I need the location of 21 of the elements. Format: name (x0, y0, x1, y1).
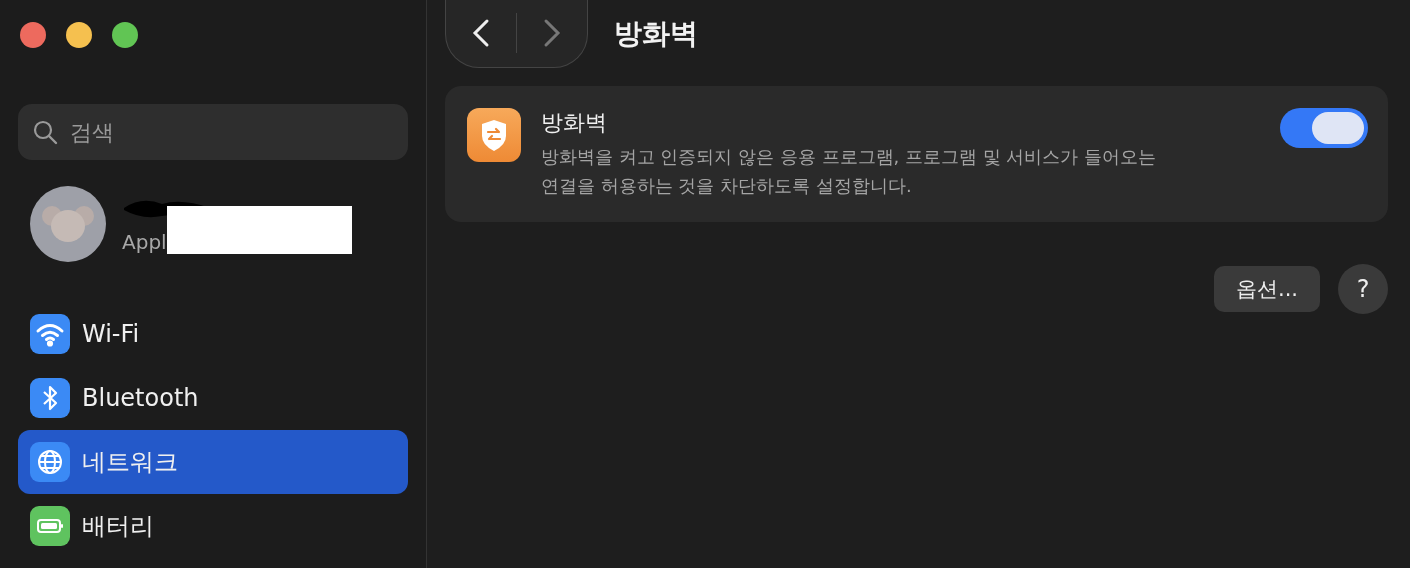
firewall-description: 방화벽을 켜고 인증되지 않은 응용 프로그램, 프로그램 및 서비스가 들어오는 연결을 허용하는 것을 차단하도록 설정합니다. (541, 145, 1158, 198)
firewall-toggle[interactable] (1280, 108, 1368, 148)
firewall-title: 방화벽 (541, 109, 608, 137)
window-title: 방화벽 (614, 16, 698, 52)
shield-icon (467, 108, 521, 162)
chevron-left-icon (471, 18, 491, 48)
avatar[interactable] (30, 186, 106, 262)
search-icon (32, 119, 58, 145)
minimize-button[interactable] (66, 22, 92, 48)
help-button[interactable]: ? (1338, 264, 1388, 314)
sidebar-item[interactable]: 네트워크 (18, 430, 408, 494)
sidebar-item[interactable]: Wi-Fi (18, 302, 408, 366)
chevron-right-icon (542, 18, 562, 48)
account-subtitle: Appl (122, 230, 167, 254)
options-button[interactable]: 옵션... (1213, 266, 1320, 312)
sidebar-item[interactable]: 배터리 (18, 494, 408, 558)
search-input[interactable]: 검색 (68, 118, 394, 146)
zoom-button[interactable] (112, 22, 138, 48)
search-field[interactable]: 검색 (18, 104, 408, 160)
close-button[interactable] (20, 22, 46, 48)
sidebar-item[interactable]: Bluetooth (18, 366, 408, 430)
